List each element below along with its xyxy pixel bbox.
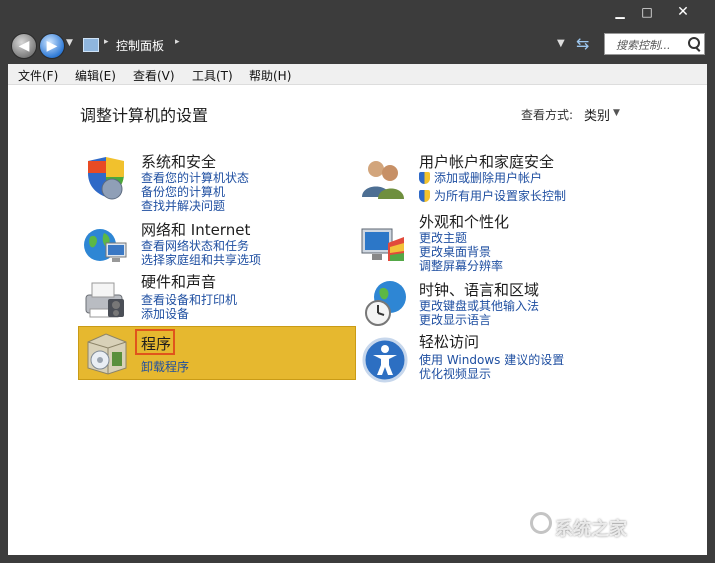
search-icon[interactable] <box>688 37 700 49</box>
watermark-text: 系统之家 <box>555 519 627 540</box>
link-display-language[interactable]: 更改显示语言 <box>419 311 491 328</box>
network-globe-icon[interactable] <box>80 221 130 271</box>
menu-bar: 文件(F) 编辑(E) 查看(V) 工具(T) 帮助(H) <box>8 64 707 85</box>
category-ease-of-access[interactable]: 轻松访问 <box>419 331 479 352</box>
link-optimize-visual-display[interactable]: 优化视频显示 <box>419 365 491 382</box>
view-by-label: 查看方式: <box>521 108 574 122</box>
category-programs[interactable]: 程序 <box>141 333 171 354</box>
menu-edit[interactable]: 编辑(E) <box>75 67 116 84</box>
link-uninstall-program[interactable]: 卸载程序 <box>141 358 189 375</box>
programs-box-icon[interactable] <box>82 328 132 378</box>
link-screen-resolution[interactable]: 调整屏幕分辨率 <box>419 257 503 274</box>
address-dropdown-icon[interactable]: ▼ <box>557 38 565 49</box>
search-placeholder: 搜索控制... <box>616 39 671 52</box>
link-add-device[interactable]: 添加设备 <box>141 305 189 322</box>
chevron-down-icon[interactable]: ▼ <box>613 108 620 118</box>
watermark-logo-icon <box>530 512 552 534</box>
clock-globe-icon[interactable] <box>362 277 412 327</box>
close-button[interactable]: ✕ <box>668 2 698 22</box>
uac-shield-icon <box>419 172 430 184</box>
control-panel-icon <box>83 38 99 52</box>
minimize-button[interactable]: ▁ <box>605 2 635 22</box>
recent-pages-chevron-icon[interactable]: ▼ <box>66 38 73 48</box>
breadcrumb-separator-icon[interactable]: ▸ <box>104 37 109 47</box>
link-homegroup-sharing[interactable]: 选择家庭组和共享选项 <box>141 251 261 268</box>
forward-button[interactable]: ▶ <box>39 33 65 59</box>
shield-icon[interactable] <box>80 153 130 203</box>
link-add-remove-accounts[interactable]: 添加或删除用户帐户 <box>419 169 542 186</box>
address-bar: ◀ ▶ ▼ ▸ 控制面板 ▸ ▼ ⇆ 搜索控制... <box>0 28 715 64</box>
page-title: 调整计算机的设置 <box>80 106 209 125</box>
menu-file[interactable]: 文件(F) <box>18 67 58 84</box>
control-panel-content: 调整计算机的设置 查看方式: 类别 ▼ 系统和安全 查看您的计算机状态 备份您的… <box>8 85 707 555</box>
link-parental-controls-label: 为所有用户设置家长控制 <box>434 189 567 203</box>
link-troubleshoot[interactable]: 查找并解决问题 <box>141 197 225 214</box>
maximize-button[interactable]: □ <box>632 2 662 22</box>
users-icon[interactable] <box>358 153 408 203</box>
link-add-remove-accounts-label: 添加或删除用户帐户 <box>434 171 543 185</box>
view-by-dropdown[interactable]: 类别 <box>584 105 610 124</box>
breadcrumb-control-panel[interactable]: 控制面板 <box>116 37 164 54</box>
ease-of-access-icon[interactable] <box>360 335 410 385</box>
printer-icon[interactable] <box>80 273 130 323</box>
menu-tools[interactable]: 工具(T) <box>192 67 233 84</box>
breadcrumb-separator-icon[interactable]: ▸ <box>175 37 180 47</box>
refresh-icon[interactable]: ⇆ <box>576 34 589 53</box>
title-bar: ▁ □ ✕ <box>0 0 715 28</box>
category-hardware-sound[interactable]: 硬件和声音 <box>141 271 216 292</box>
search-input[interactable]: 搜索控制... <box>604 33 705 55</box>
menu-view[interactable]: 查看(V) <box>133 67 175 84</box>
link-parental-controls[interactable]: 为所有用户设置家长控制 <box>419 187 566 204</box>
monitor-palette-icon[interactable] <box>358 221 408 271</box>
uac-shield-icon <box>419 190 430 202</box>
menu-help[interactable]: 帮助(H) <box>249 67 291 84</box>
back-button[interactable]: ◀ <box>11 33 37 59</box>
